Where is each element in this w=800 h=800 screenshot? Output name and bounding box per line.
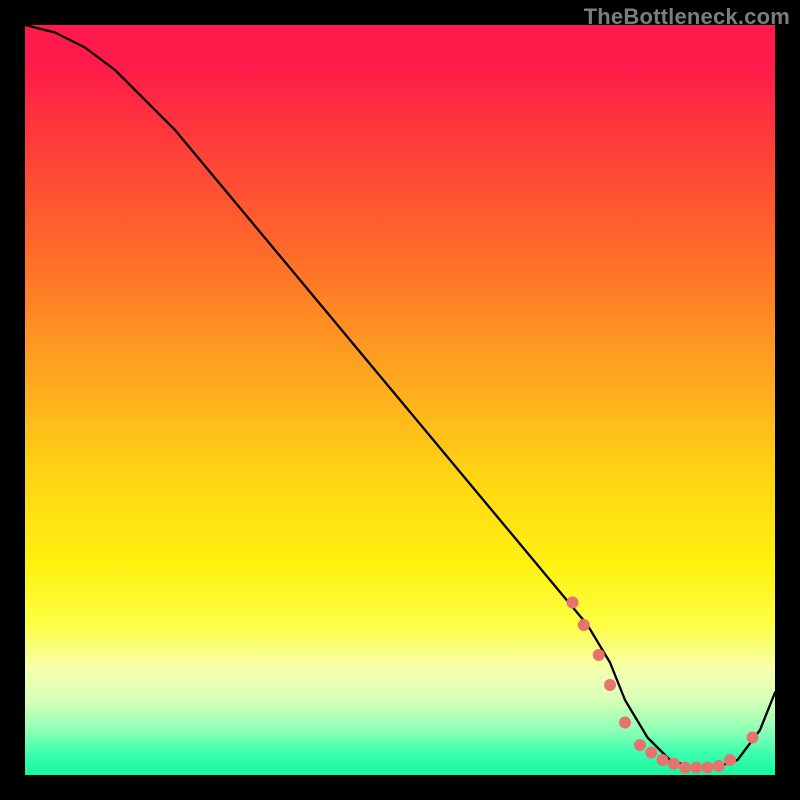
- data-marker: [747, 732, 759, 744]
- plot-area: [25, 25, 775, 775]
- data-marker: [702, 762, 714, 774]
- marker-group: [567, 597, 759, 774]
- data-marker: [578, 619, 590, 631]
- chart-frame: TheBottleneck.com: [0, 0, 800, 800]
- chart-svg: [25, 25, 775, 775]
- data-marker: [668, 758, 680, 770]
- data-marker: [657, 754, 669, 766]
- data-marker: [690, 762, 702, 774]
- data-marker: [604, 679, 616, 691]
- data-marker: [593, 649, 605, 661]
- data-marker: [713, 760, 725, 772]
- data-marker: [679, 762, 691, 774]
- data-marker: [634, 739, 646, 751]
- data-marker: [645, 747, 657, 759]
- data-marker: [724, 754, 736, 766]
- curve-line: [25, 25, 775, 768]
- data-marker: [567, 597, 579, 609]
- data-marker: [619, 717, 631, 729]
